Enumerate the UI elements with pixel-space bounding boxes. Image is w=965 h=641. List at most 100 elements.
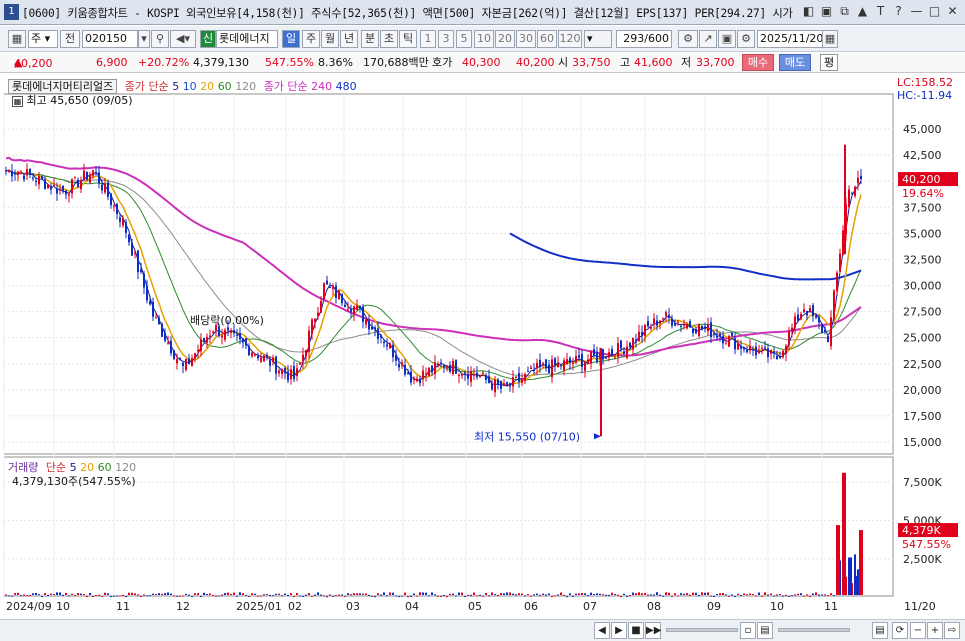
volume-value-label: 4,379,130주(547.55%): [12, 475, 136, 488]
minimize-icon[interactable]: —: [908, 3, 925, 20]
volume-bar: [281, 595, 283, 597]
candle-body: [224, 330, 226, 340]
text-icon[interactable]: T: [872, 3, 889, 20]
stop-icon[interactable]: ■: [628, 622, 644, 639]
candle-body: [476, 372, 478, 378]
sell-button[interactable]: 매도: [779, 54, 811, 71]
volume-bar: [773, 595, 775, 597]
candle-body: [98, 172, 100, 184]
expand-icon[interactable]: ⇨: [944, 622, 960, 639]
zoom-slider[interactable]: [778, 628, 850, 632]
gear-icon[interactable]: ⚙: [737, 30, 755, 48]
volume-bar: [131, 592, 133, 595]
candle-body: [47, 184, 49, 189]
candle-body: [467, 373, 469, 379]
maximize-icon[interactable]: □: [926, 3, 943, 20]
volume-bar: [818, 594, 820, 596]
interval-select[interactable]: ▾: [584, 30, 612, 48]
volume-bar: [68, 595, 70, 597]
period-day-button[interactable]: 일: [282, 30, 300, 48]
tools-icon[interactable]: ⚙: [678, 30, 698, 48]
chart-area[interactable]: 45,00042,50040,00037,50035,00032,50030,0…: [0, 74, 965, 619]
period-tick-button[interactable]: 틱: [399, 30, 417, 48]
chart-type-icon[interactable]: ▤: [757, 622, 773, 639]
interval-button-3[interactable]: 3: [438, 30, 454, 48]
volume-bar: [95, 594, 97, 596]
save-icon[interactable]: ▣: [718, 30, 736, 48]
trend-icon[interactable]: ↗: [699, 30, 717, 48]
volume-bar: [443, 595, 445, 597]
candle-body: [665, 312, 667, 316]
volume-bar: [266, 594, 268, 596]
volume-bar: [704, 592, 706, 595]
settings-grid-icon[interactable]: ▦: [8, 30, 26, 48]
candle-body: [356, 305, 358, 310]
stock-code-input[interactable]: 020150: [82, 30, 138, 48]
volume-bar: [446, 596, 448, 598]
candle-body: [296, 368, 298, 377]
credit-badge[interactable]: 신: [200, 30, 216, 48]
zoom-in-icon[interactable]: +: [927, 622, 943, 639]
volume-panel-frame: [3, 456, 894, 597]
interval-button-5[interactable]: 5: [456, 30, 472, 48]
volume-bar: [416, 595, 418, 597]
date-input[interactable]: 2025/11/20: [757, 30, 823, 48]
link-icon[interactable]: ▲: [854, 3, 871, 20]
period-type-select[interactable]: 주 ▾: [28, 30, 58, 48]
period-month-button[interactable]: 월: [321, 30, 339, 48]
zoom-bar-icon[interactable]: ▫: [740, 622, 756, 639]
candle-body: [110, 193, 112, 206]
price-change-pct: +20.72%: [138, 56, 190, 69]
candle-body: [542, 363, 544, 365]
reset-icon[interactable]: ⟳: [892, 622, 908, 639]
interval-button-10[interactable]: 10: [474, 30, 494, 48]
window-number-badge: 1: [4, 4, 19, 20]
close-icon[interactable]: ✕: [944, 3, 961, 20]
average-button[interactable]: 평: [820, 54, 838, 71]
candle-body: [737, 343, 739, 350]
scroll-left-icon[interactable]: ◀: [594, 622, 610, 639]
period-minute-button[interactable]: 분: [361, 30, 379, 48]
interval-button-30[interactable]: 30: [516, 30, 536, 48]
volume-spike-bar: [859, 530, 863, 595]
candle-body: [524, 374, 526, 382]
buy-button[interactable]: 매수: [742, 54, 774, 71]
period-second-button[interactable]: 초: [380, 30, 398, 48]
candle-body: [800, 313, 802, 320]
sound-icon[interactable]: ◀▾: [170, 30, 196, 48]
calendar-icon[interactable]: ▦: [822, 30, 838, 48]
volume-bar: [311, 595, 313, 597]
volume-bar: [557, 594, 559, 596]
volume-bar: [638, 592, 640, 595]
prev-button[interactable]: 전: [60, 30, 80, 48]
volume-bar: [254, 593, 256, 595]
scroll-right-icon[interactable]: ▶: [611, 622, 627, 639]
interval-button-60[interactable]: 60: [537, 30, 557, 48]
search-icon[interactable]: ⚲: [151, 30, 169, 48]
chart-canvas[interactable]: 45,00042,50040,00037,50035,00032,50030,0…: [0, 74, 965, 619]
volume-bar: [218, 595, 220, 597]
volume-bar: [248, 595, 250, 597]
zoom-out-icon[interactable]: −: [910, 622, 926, 639]
grid-toggle-icon[interactable]: ▦: [12, 96, 23, 107]
chevron-down-icon[interactable]: ▾: [138, 30, 150, 48]
candle-body: [764, 347, 766, 349]
chart-scrollbar[interactable]: [666, 628, 738, 632]
restore-icon[interactable]: ⧉: [836, 3, 853, 20]
candle-body: [218, 326, 220, 336]
candle-style-icon[interactable]: ▤: [872, 622, 888, 639]
candle-body: [812, 305, 814, 317]
window-split-icon[interactable]: ▣: [818, 3, 835, 20]
volume-bar: [56, 592, 58, 595]
volume-bar: [797, 593, 799, 595]
count-input[interactable]: 293/600: [616, 30, 672, 48]
interval-button-120[interactable]: 120: [558, 30, 582, 48]
fast-forward-icon[interactable]: ▶▶: [645, 622, 661, 639]
layout-icon[interactable]: ◧: [800, 3, 817, 20]
period-week-button[interactable]: 주: [302, 30, 320, 48]
interval-button-20[interactable]: 20: [495, 30, 515, 48]
interval-button-1[interactable]: 1: [420, 30, 436, 48]
help-icon[interactable]: ?: [890, 3, 907, 20]
period-year-button[interactable]: 년: [340, 30, 358, 48]
volume-bar: [224, 593, 226, 595]
